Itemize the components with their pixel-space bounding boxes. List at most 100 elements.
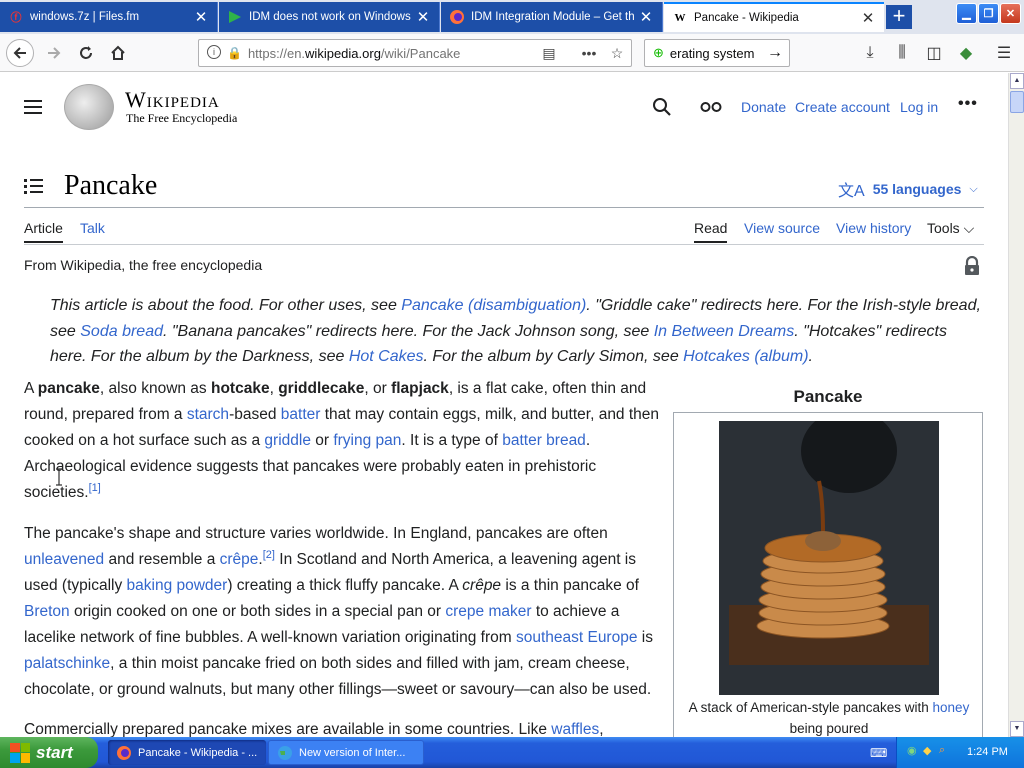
- wikipedia-logo[interactable]: [64, 84, 114, 130]
- hatnote-link[interactable]: Hot Cakes: [349, 348, 424, 365]
- language-count: 55 languages: [872, 181, 962, 197]
- hatnote-link[interactable]: Hotcakes (album): [683, 348, 808, 365]
- hatnote-link[interactable]: Soda bread: [80, 323, 163, 340]
- article-link[interactable]: starch: [187, 406, 229, 423]
- more-options-icon[interactable]: •••: [958, 95, 978, 113]
- hatnote-link[interactable]: In Between Dreams: [654, 323, 795, 340]
- infobox-title: Pancake: [793, 387, 863, 406]
- article-link[interactable]: palatschinke: [24, 655, 110, 672]
- article-link[interactable]: crepe maker: [445, 603, 531, 620]
- close-tab-icon[interactable]: ✕: [638, 8, 654, 26]
- menu-icon[interactable]: ☰: [990, 39, 1018, 67]
- lock-icon: 🔒: [227, 46, 242, 60]
- article-link[interactable]: baking powder: [127, 577, 228, 594]
- firefox-icon: [117, 745, 131, 760]
- firefox-icon: [449, 9, 465, 25]
- forward-button[interactable]: [40, 39, 68, 67]
- search-tray-icon[interactable]: ⌕: [939, 744, 945, 757]
- taskbar-item-firefox[interactable]: Pancake - Wikipedia - ...: [108, 740, 266, 765]
- article-link[interactable]: crêpe: [220, 551, 259, 568]
- reference-link[interactable]: [1]: [89, 482, 101, 494]
- back-button[interactable]: [6, 39, 34, 67]
- files-fm-icon: ⓕ: [10, 12, 22, 24]
- protection-lock-icon[interactable]: [963, 256, 981, 276]
- extension-icon[interactable]: ◆: [952, 39, 980, 67]
- globe-icon: [278, 745, 292, 760]
- close-window-button[interactable]: ✕: [1000, 3, 1021, 24]
- hatnote-link[interactable]: Pancake (disambiguation): [401, 297, 586, 314]
- scroll-down-arrow-icon[interactable]: ▼: [1010, 721, 1024, 737]
- library-icon[interactable]: ⫼: [888, 39, 916, 67]
- sidebar-icon[interactable]: ◫: [920, 39, 948, 67]
- search-go-icon[interactable]: →: [767, 44, 783, 62]
- start-button[interactable]: start: [0, 737, 98, 768]
- tray-app-icon[interactable]: ◆: [923, 744, 931, 757]
- maximize-button[interactable]: ❐: [978, 3, 999, 24]
- body-paragraph: Commercially prepared pancake mixes are …: [24, 721, 604, 737]
- reader-view-icon[interactable]: ▤: [539, 45, 559, 63]
- article-link[interactable]: southeast Europe: [516, 629, 638, 646]
- language-button[interactable]: 文A 55 languages ⌵: [838, 177, 978, 201]
- network-icon[interactable]: ◉: [907, 744, 917, 757]
- article-link[interactable]: frying pan: [333, 432, 401, 449]
- reload-icon: [80, 46, 92, 59]
- search-icon[interactable]: [652, 97, 672, 117]
- infobox: A stack of American-style pancakes with …: [673, 412, 983, 737]
- bookmark-star-icon[interactable]: ☆: [607, 45, 627, 63]
- idm-icon: [227, 9, 243, 25]
- pancake-image[interactable]: [719, 421, 939, 695]
- close-tab-icon[interactable]: ✕: [860, 9, 876, 27]
- reload-button[interactable]: [72, 39, 100, 67]
- new-tab-button[interactable]: +: [886, 5, 912, 29]
- vertical-scrollbar[interactable]: ▲ ▼: [1008, 73, 1024, 737]
- url-bar[interactable]: i 🔒 https://en. wikipedia.org/wiki/Pancak…: [198, 39, 632, 67]
- downloads-icon[interactable]: ⤓: [856, 39, 884, 67]
- create-account-link[interactable]: Create account: [795, 99, 890, 115]
- scroll-up-arrow-icon[interactable]: ▲: [1010, 73, 1024, 89]
- tab-files-fm[interactable]: ⓕ windows.7z | Files.fm ✕: [0, 2, 218, 32]
- tabs-divider: [24, 244, 984, 245]
- main-menu-icon[interactable]: [24, 100, 42, 114]
- close-tab-icon[interactable]: ✕: [415, 8, 431, 26]
- reference-link[interactable]: [2]: [263, 549, 275, 561]
- title-divider: [24, 207, 984, 208]
- taskbar-item-idm[interactable]: New version of Inter...: [268, 740, 424, 765]
- keyboard-icon[interactable]: ⌨: [870, 746, 887, 760]
- caption-link[interactable]: honey: [933, 700, 970, 715]
- tab-article[interactable]: Article: [24, 220, 63, 243]
- article-link[interactable]: waffles: [551, 721, 599, 737]
- article-link[interactable]: Breton: [24, 603, 70, 620]
- close-tab-icon[interactable]: ✕: [193, 8, 209, 26]
- tools-menu[interactable]: Tools ⌵: [927, 220, 974, 237]
- tab-talk[interactable]: Talk: [80, 220, 105, 236]
- translate-icon: 文A: [838, 183, 865, 200]
- appearance-icon[interactable]: [700, 101, 722, 113]
- navigation-toolbar: i 🔒 https://en. wikipedia.org/wiki/Pancak…: [0, 34, 1024, 72]
- log-in-link[interactable]: Log in: [900, 99, 938, 115]
- home-icon: [111, 45, 125, 60]
- page-actions-icon[interactable]: •••: [579, 45, 599, 63]
- article-link[interactable]: batter: [281, 406, 321, 423]
- windows-flag-icon: [10, 742, 30, 763]
- minimize-button[interactable]: ▁: [956, 3, 977, 24]
- clock[interactable]: 1:24 PM: [967, 746, 1008, 758]
- tab-view-source[interactable]: View source: [744, 220, 820, 236]
- tab-idm-integration[interactable]: IDM Integration Module – Get this ✕: [441, 2, 663, 32]
- search-bar[interactable]: ⊕ erating system →: [644, 39, 790, 67]
- wikipedia-wordmark[interactable]: Wikipedia: [125, 87, 220, 113]
- article-link[interactable]: unleavened: [24, 551, 104, 568]
- tab-pancake-wikipedia[interactable]: W Pancake - Wikipedia ✕: [664, 2, 884, 32]
- tab-read[interactable]: Read: [694, 220, 728, 243]
- home-button[interactable]: [104, 39, 132, 67]
- article-link[interactable]: batter bread: [502, 432, 586, 449]
- table-of-contents-icon[interactable]: [24, 178, 44, 194]
- donate-link[interactable]: Donate: [741, 99, 786, 115]
- forward-arrow-icon: [48, 47, 61, 59]
- body-paragraph: The pancake's shape and structure varies…: [24, 525, 653, 698]
- tab-idm-xp[interactable]: IDM does not work on Windows XP ✕: [219, 2, 440, 32]
- info-icon[interactable]: i: [207, 45, 221, 59]
- tab-view-history[interactable]: View history: [836, 220, 911, 236]
- system-tray: ◉ ◆ ⌕ 1:24 PM: [896, 737, 1024, 768]
- scroll-thumb[interactable]: [1010, 91, 1024, 113]
- article-link[interactable]: griddle: [264, 432, 311, 449]
